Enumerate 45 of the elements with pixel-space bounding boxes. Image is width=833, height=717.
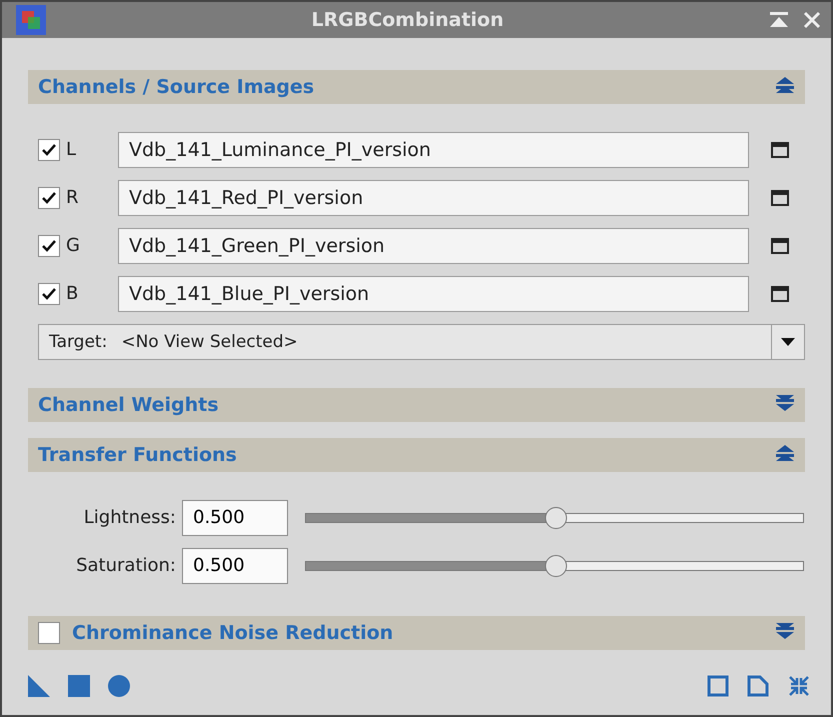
window-icon[interactable] — [771, 142, 789, 158]
view-field[interactable]: Vdb_141_Luminance_PI_version — [118, 132, 749, 168]
document-icon[interactable] — [747, 675, 769, 698]
collapse-icon[interactable] — [775, 76, 795, 94]
view-field[interactable]: Vdb_141_Green_PI_version — [118, 228, 749, 264]
collapse-icon[interactable] — [775, 444, 795, 462]
channel-label: B — [66, 283, 80, 304]
slider-thumb[interactable] — [544, 554, 566, 577]
slider-label: Lightness: — [82, 507, 176, 528]
checkbox[interactable] — [38, 138, 60, 161]
channel-label: R — [66, 187, 80, 208]
window-icon[interactable] — [771, 238, 789, 254]
square-icon[interactable] — [68, 675, 90, 698]
expand-icon[interactable] — [775, 622, 795, 640]
slider-track[interactable] — [304, 506, 805, 529]
checkmark-icon — [41, 238, 57, 253]
close-icon[interactable] — [803, 10, 821, 29]
channel-label: G — [66, 235, 81, 256]
checkbox[interactable] — [38, 186, 60, 209]
checkbox[interactable] — [38, 234, 60, 257]
slider-thumb[interactable] — [544, 506, 566, 529]
square-outline-icon[interactable] — [707, 675, 729, 698]
checkbox[interactable] — [38, 622, 60, 644]
triangle-icon[interactable] — [28, 675, 50, 698]
window-icon[interactable] — [771, 286, 789, 302]
expand-icon[interactable] — [775, 394, 795, 412]
channel-label: L — [66, 139, 78, 160]
shade-icon[interactable] — [769, 10, 789, 29]
value-field[interactable]: 0.500 — [182, 548, 288, 584]
shrink-icon[interactable] — [787, 674, 811, 698]
target-dropdown[interactable]: Target: <No View Selected> — [38, 324, 805, 360]
slider-label: Saturation: — [75, 555, 176, 576]
view-field[interactable]: Vdb_141_Blue_PI_version — [118, 276, 749, 312]
slider-track[interactable] — [304, 554, 805, 577]
checkmark-icon — [41, 142, 57, 157]
checkmark-icon — [41, 190, 57, 205]
checkmark-icon — [41, 286, 57, 301]
window-icon[interactable] — [771, 190, 789, 206]
circle-icon[interactable] — [108, 675, 130, 698]
dropdown-arrow-icon[interactable] — [780, 336, 796, 347]
window-title: LRGBCombination — [310, 8, 505, 31]
view-field[interactable]: Vdb_141_Red_PI_version — [118, 180, 749, 216]
checkbox[interactable] — [38, 282, 60, 305]
app-icon — [16, 4, 46, 35]
value-field[interactable]: 0.500 — [182, 500, 288, 536]
